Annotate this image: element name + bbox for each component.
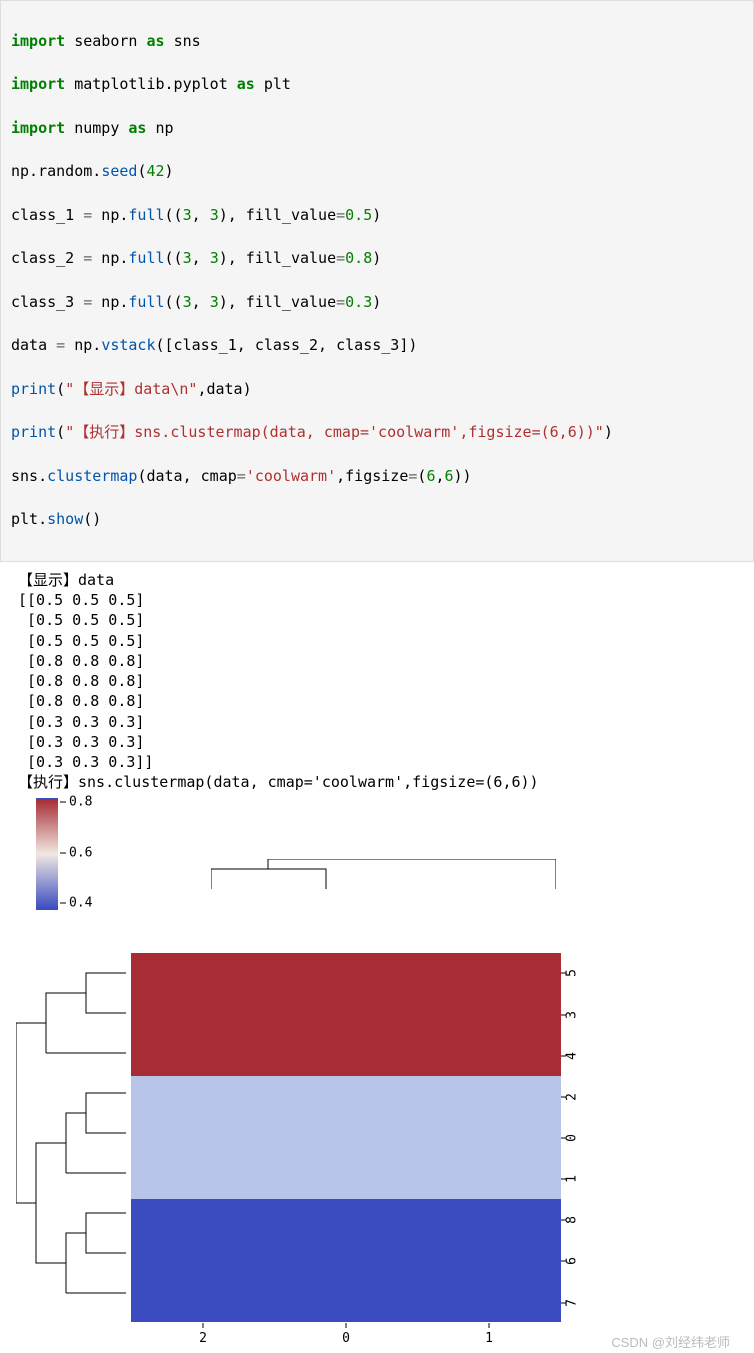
x-tick: 2: [199, 1331, 207, 1346]
heatmap-row: [131, 1158, 561, 1199]
heatmap-row: [131, 1281, 561, 1322]
code-cell: import seaborn as sns import matplotlib.…: [0, 0, 754, 562]
heatmap-row: [131, 1117, 561, 1158]
heatmap-row: [131, 1035, 561, 1076]
code-line: print("【显示】data\n",data): [11, 379, 743, 401]
heatmap: [131, 953, 561, 1323]
y-tick: 2: [564, 1093, 579, 1101]
stdout-output: 【显示】data [[0.5 0.5 0.5] [0.5 0.5 0.5] [0…: [0, 562, 754, 793]
y-tick: 6: [564, 1257, 579, 1265]
colorbar: 0.8 0.6 0.4: [36, 798, 116, 910]
watermark: CSDN @刘经纬老师: [611, 1332, 730, 1351]
colorbar-tick: 0.8: [60, 794, 92, 809]
code-line: sns.clustermap(data, cmap='coolwarm',fig…: [11, 466, 743, 488]
code-line: plt.show(): [11, 509, 743, 531]
row-dendrogram: [16, 953, 126, 1318]
colorbar-tick: 0.4: [60, 895, 92, 910]
code-line: data = np.vstack([class_1, class_2, clas…: [11, 335, 743, 357]
x-tick: 1: [485, 1331, 493, 1346]
code-line: import seaborn as sns: [11, 31, 743, 53]
heatmap-row: [131, 953, 561, 994]
colorbar-tick: 0.6: [60, 845, 92, 860]
heatmap-row: [131, 1199, 561, 1240]
y-tick: 5: [564, 969, 579, 977]
clustermap-figure: 0.8 0.6 0.4 5 3 4 2 0 1 8 6 7 2 0 1 CSDN…: [6, 793, 736, 1353]
x-tick: 0: [342, 1331, 350, 1346]
heatmap-row: [131, 1076, 561, 1117]
y-tick: 3: [564, 1011, 579, 1019]
column-dendrogram: [211, 859, 556, 889]
code-line: import numpy as np: [11, 118, 743, 140]
code-line: import matplotlib.pyplot as plt: [11, 74, 743, 96]
code-line: np.random.seed(42): [11, 161, 743, 183]
code-line: print("【执行】sns.clustermap(data, cmap='co…: [11, 422, 743, 444]
code-line: class_2 = np.full((3, 3), fill_value=0.8…: [11, 248, 743, 270]
heatmap-row: [131, 994, 561, 1035]
code-line: class_3 = np.full((3, 3), fill_value=0.3…: [11, 292, 743, 314]
y-tick: 8: [564, 1216, 579, 1224]
y-tick: 1: [564, 1175, 579, 1183]
y-tick: 4: [564, 1052, 579, 1060]
code-line: class_1 = np.full((3, 3), fill_value=0.5…: [11, 205, 743, 227]
y-tick: 0: [564, 1134, 579, 1142]
heatmap-row: [131, 1240, 561, 1281]
y-tick: 7: [564, 1299, 579, 1307]
colorbar-gradient: [36, 798, 58, 910]
